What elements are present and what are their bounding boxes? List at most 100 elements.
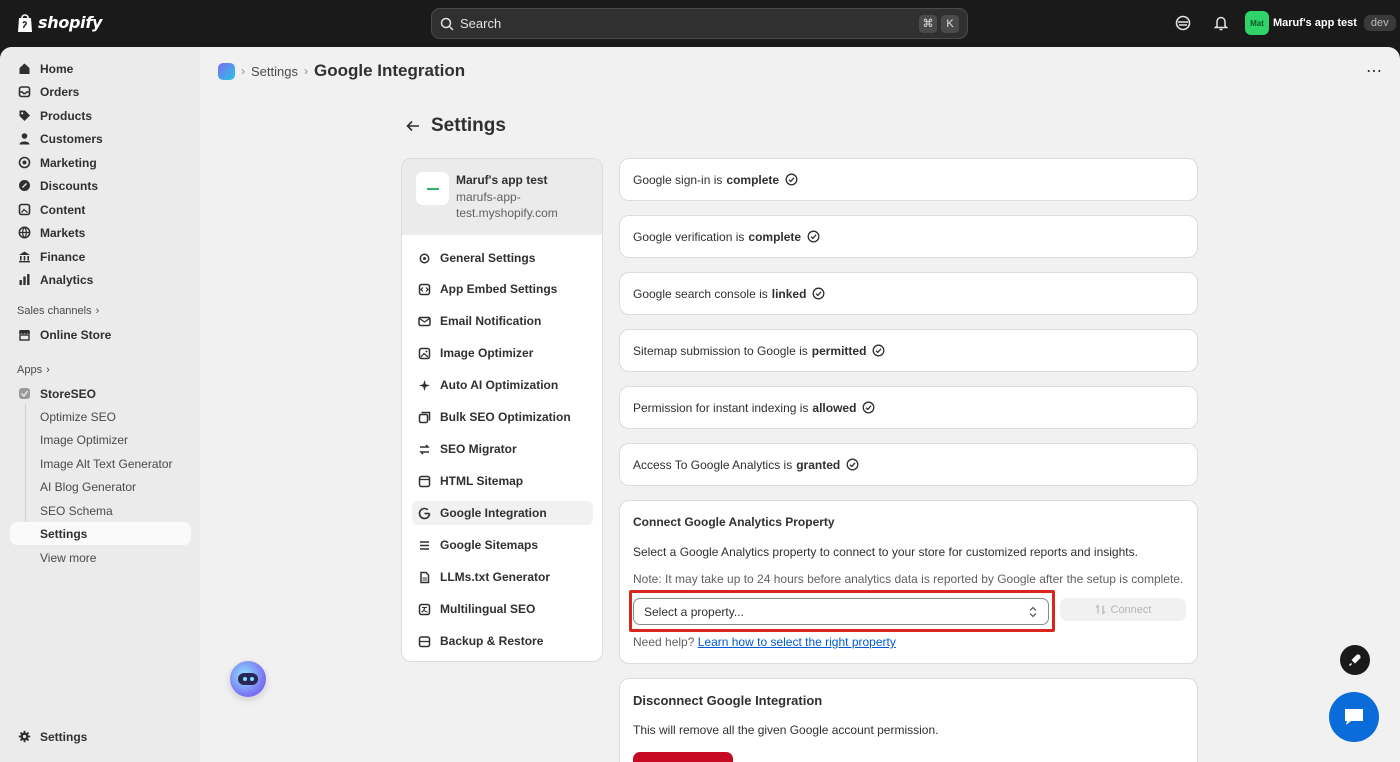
- menu-google-sitemaps[interactable]: Google Sitemaps: [412, 533, 593, 557]
- sidebar-item-content[interactable]: Content: [10, 198, 191, 221]
- chevron-right-icon: ›: [46, 364, 50, 376]
- menu-label: SEO Migrator: [440, 442, 517, 456]
- apps-section[interactable]: Apps ›: [17, 364, 50, 376]
- sidebar-item-marketing[interactable]: Marketing: [10, 151, 191, 174]
- storeseo-icon: [19, 388, 30, 399]
- tag-icon: [19, 110, 30, 121]
- sidebar-item-customers[interactable]: Customers: [10, 127, 191, 150]
- connect-arrows-icon: [1095, 604, 1105, 615]
- menu-seo-migrator[interactable]: SEO Migrator: [412, 437, 593, 461]
- store-switcher[interactable]: Mat Maruf's app test dev: [1245, 11, 1396, 35]
- menu-google-integration[interactable]: Google Integration: [412, 501, 593, 525]
- menu-email-notification[interactable]: Email Notification: [412, 309, 593, 333]
- connect-button[interactable]: Connect: [1060, 598, 1186, 621]
- ai-assistant-bot[interactable]: [230, 661, 266, 697]
- check-circle-icon: [846, 458, 859, 471]
- menu-general-settings[interactable]: General Settings: [412, 246, 593, 270]
- status-text: Google sign-in is: [633, 172, 723, 187]
- sidebar-subitem-ai-blog[interactable]: AI Blog Generator: [10, 475, 191, 498]
- top-bar: shopify Search ⌘ K Mat Maruf's app test …: [0, 0, 1400, 47]
- back-arrow-icon[interactable]: [405, 118, 421, 134]
- sidekick-icon[interactable]: [1174, 14, 1192, 32]
- menu-llms-txt-generator[interactable]: LLMs.txt Generator: [412, 565, 593, 589]
- connect-button-label: Connect: [1110, 603, 1152, 616]
- sidebar-item-discounts[interactable]: Discounts: [10, 174, 191, 197]
- chat-button[interactable]: [1329, 692, 1379, 742]
- sidebar-subitem-settings[interactable]: Settings: [10, 522, 191, 545]
- sidebar-item-settings[interactable]: Settings: [10, 725, 191, 748]
- sidebar-subitem-alt-text[interactable]: Image Alt Text Generator: [10, 452, 191, 475]
- store-avatar: Mat: [1245, 11, 1269, 35]
- sidebar-item-label: Orders: [40, 84, 80, 99]
- breadcrumb-settings-link[interactable]: Settings: [251, 64, 298, 79]
- store-domain: marufs-app-test.myshopify.com: [456, 190, 558, 220]
- layers-icon: [418, 411, 431, 423]
- logo-text: shopify: [38, 13, 103, 32]
- sidebar: Home Orders Products Customers Marketing…: [0, 47, 200, 762]
- help-link[interactable]: Learn how to select the right property: [698, 635, 896, 649]
- content-icon: [18, 203, 31, 216]
- menu-bulk-seo-optimization[interactable]: Bulk SEO Optimization: [412, 405, 593, 429]
- connect-card-title: Connect Google Analytics Property: [633, 515, 835, 529]
- menu-label: Multilingual SEO: [440, 602, 536, 616]
- disconnect-button[interactable]: [633, 752, 733, 762]
- person-icon: [19, 133, 30, 145]
- home-icon: [19, 63, 30, 74]
- menu-multilingual-seo[interactable]: Multilingual SEO: [412, 597, 593, 621]
- sidebar-item-label: Settings: [40, 729, 88, 744]
- apps-label: Apps: [17, 364, 43, 376]
- top-icons: [1174, 14, 1230, 32]
- sidebar-item-label: Customers: [40, 131, 103, 146]
- sidebar-item-products[interactable]: Products: [10, 104, 191, 127]
- sidebar-item-finance[interactable]: Finance: [10, 245, 191, 268]
- gear-icon: [18, 730, 31, 743]
- status-state: complete: [748, 229, 802, 244]
- search-bar[interactable]: Search ⌘ K: [431, 8, 968, 39]
- chat-bubble-icon: [1345, 709, 1363, 725]
- more-actions-icon[interactable]: ⋯: [1366, 61, 1383, 81]
- sidebar-item-label: Markets: [40, 225, 86, 240]
- bell-icon[interactable]: [1212, 14, 1230, 32]
- store-name: Maruf's app test: [1273, 17, 1357, 29]
- shopify-logo[interactable]: shopify: [16, 12, 102, 33]
- breadcrumb: › Settings › Google Integration: [218, 61, 465, 81]
- sidebar-subitem-optimize-seo[interactable]: Optimize SEO: [10, 405, 191, 428]
- menu-label: Image Optimizer: [440, 346, 534, 360]
- status-state: complete: [726, 172, 780, 187]
- menu-label: LLMs.txt Generator: [440, 570, 551, 584]
- sidebar-subitem-image-optimizer[interactable]: Image Optimizer: [10, 428, 191, 451]
- backup-icon: [418, 635, 431, 647]
- status-state: granted: [796, 457, 841, 472]
- menu-html-sitemap[interactable]: HTML Sitemap: [412, 469, 593, 493]
- menu-image-optimizer[interactable]: Image Optimizer: [412, 341, 593, 365]
- sidebar-item-orders[interactable]: Orders: [10, 80, 191, 103]
- sidebar-subitem-seo-schema[interactable]: SEO Schema: [10, 499, 191, 522]
- status-state: linked: [771, 286, 807, 301]
- sidebar-item-home[interactable]: Home: [10, 57, 191, 80]
- breadcrumb-current: Google Integration: [313, 61, 466, 80]
- menu-app-embed-settings[interactable]: App Embed Settings: [412, 277, 593, 301]
- connect-analytics-card: Connect Google Analytics Property Select…: [619, 500, 1198, 664]
- property-select[interactable]: Select a property...: [633, 598, 1049, 625]
- sidebar-item-storeseo[interactable]: StoreSEO: [10, 382, 191, 405]
- menu-label: Google Integration: [440, 506, 547, 520]
- menu-backup-restore[interactable]: Backup & Restore: [412, 629, 593, 653]
- sidebar-subitem-view-more[interactable]: View more: [10, 546, 191, 569]
- status-text: Permission for instant indexing is: [633, 400, 809, 415]
- store-icon: [19, 330, 30, 341]
- storeseo-app-icon[interactable]: [218, 62, 235, 80]
- sidebar-item-markets[interactable]: Markets: [10, 221, 191, 244]
- help-prefix: Need help?: [633, 635, 695, 649]
- sidebar-item-label: StoreSEO: [40, 386, 97, 401]
- sidebar-item-analytics[interactable]: Analytics: [10, 268, 191, 291]
- sales-channels-label: Sales channels: [17, 305, 92, 317]
- sidebar-item-online-store[interactable]: Online Store: [10, 323, 191, 346]
- status-state: allowed: [812, 400, 857, 415]
- menu-auto-ai-optimization[interactable]: Auto AI Optimization: [412, 373, 593, 397]
- chevron-right-icon: ›: [303, 64, 308, 78]
- search-placeholder: Search: [460, 16, 502, 31]
- shopify-bag-icon: [18, 14, 32, 32]
- sales-channels-section[interactable]: Sales channels ›: [17, 305, 99, 317]
- check-circle-icon: [807, 230, 820, 243]
- rocket-button[interactable]: [1340, 645, 1370, 675]
